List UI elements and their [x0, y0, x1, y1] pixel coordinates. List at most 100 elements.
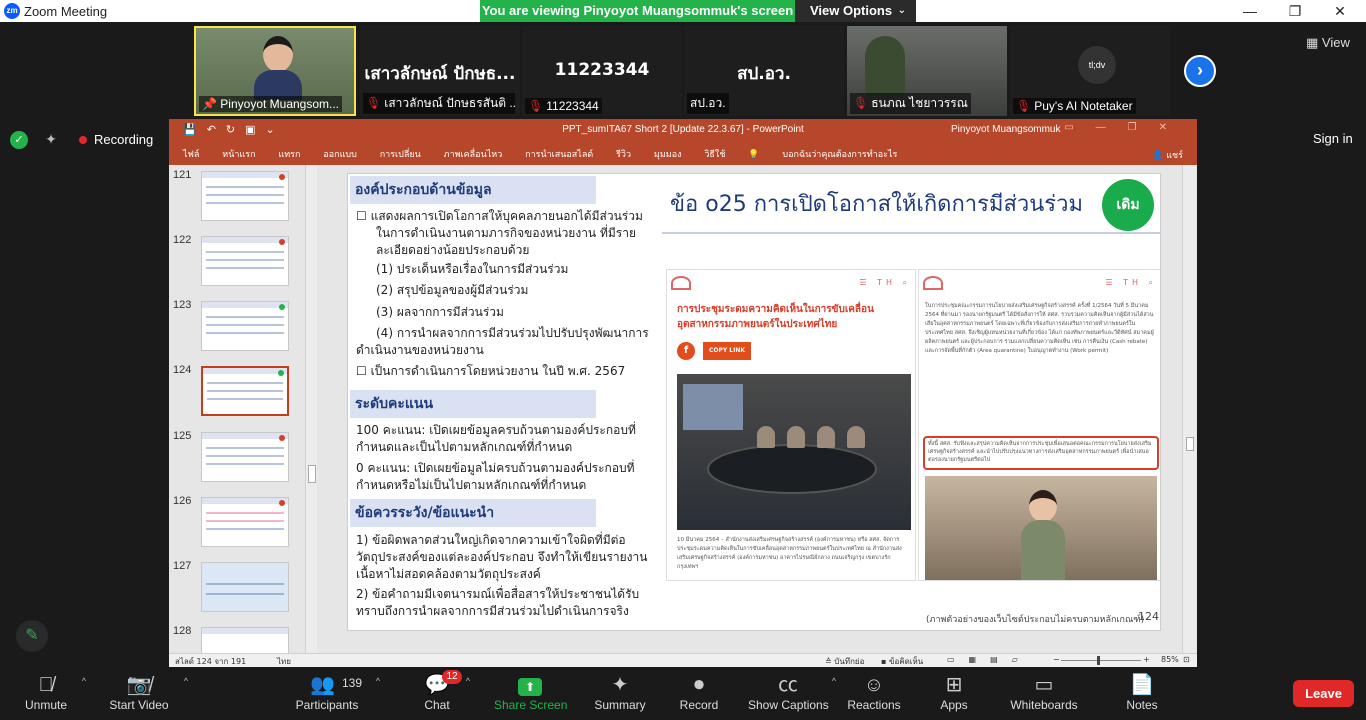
start-video-button[interactable]: 📷̸ Start Video ^ [104, 668, 188, 720]
tab-file[interactable]: ไฟล์ [183, 150, 199, 160]
thumb-number: 126 [173, 495, 192, 507]
fit-slide-icon[interactable]: ⊡ [1183, 655, 1190, 664]
leave-button[interactable]: Leave [1293, 680, 1354, 707]
slide-editing-area: องค์ประกอบด้านข้อมูล ☐ แสดงผลการเปิดโอกา… [319, 165, 1185, 653]
slide-thumbnail[interactable] [201, 627, 289, 653]
slide-thumbnail[interactable] [201, 236, 289, 286]
participant-tile[interactable]: 📌 Pinyoyot Muangsom... [194, 26, 356, 116]
view-button[interactable]: ▦ View [1306, 35, 1350, 51]
ppt-share-button[interactable]: 👤 แชร์ [1152, 148, 1183, 162]
component-sub-2: (2) สรุปข้อมูลของผู้มีส่วนร่วม [376, 283, 529, 297]
notes-button[interactable]: 📄 Notes [1120, 668, 1164, 720]
language-indicator[interactable]: ไทย [277, 655, 291, 668]
participant-tile[interactable]: 🎙 ธนภณ ไชยาวรรณ [847, 26, 1007, 116]
zoom-slider[interactable] [1061, 656, 1141, 665]
mic-muted-icon: 🎙 [366, 96, 382, 110]
slide-thumbnail-selected[interactable] [201, 366, 289, 416]
meeting-photo [677, 374, 911, 530]
tab-slideshow[interactable]: การนำเสนอสไลด์ [525, 150, 593, 160]
share-screen-icon: ⬆ [494, 668, 566, 698]
show-captions-button[interactable]: ㏄ Show Captions ^ [748, 668, 836, 720]
record-button[interactable]: ⏺ Record [676, 668, 722, 720]
chevron-up-icon[interactable]: ^ [466, 676, 470, 686]
title-divider [662, 232, 1160, 234]
slide-footnote: (ภาพตัวอย่างของเว็บไซต์ประกอบไม่ครบตามหล… [926, 615, 1145, 625]
website-screenshot-1: ☰ TH ⌕ การประชุมระดมความคิดเห็นในการขับเ… [666, 269, 916, 581]
participant-tile[interactable]: สป.อว. สป.อว. [684, 26, 844, 116]
thumb-number: 122 [173, 234, 192, 246]
slide-thumbnail[interactable] [201, 497, 289, 547]
thumbnail-scrollbar[interactable] [305, 165, 317, 653]
zoom-level[interactable]: 85% [1161, 655, 1179, 664]
reactions-button[interactable]: ☺ Reactions [846, 668, 902, 720]
comments-button[interactable]: ▪ ข้อคิดเห็น [881, 655, 923, 668]
slide-thumbnail[interactable] [201, 171, 289, 221]
mic-muted-icon: 🎙 [528, 99, 544, 113]
shield-icon[interactable]: ✓ [10, 131, 28, 149]
ai-companion-icon[interactable]: ✦ [42, 131, 60, 149]
annotate-pen-icon[interactable]: ✎ [16, 620, 48, 652]
participant-tile[interactable]: tl;dv 🎙 Puy's AI Notetaker [1010, 26, 1170, 116]
cea-logo-icon [671, 276, 691, 290]
slide-canvas[interactable]: องค์ประกอบด้านข้อมูล ☐ แสดงผลการเปิดโอกา… [347, 173, 1161, 631]
thumb-number: 127 [173, 560, 192, 572]
tab-view[interactable]: มุมมอง [654, 150, 682, 160]
chevron-up-icon[interactable]: ^ [376, 676, 380, 686]
tab-animations[interactable]: ภาพเคลื่อนไหว [444, 150, 503, 160]
tab-help[interactable]: วิธีใช้ [704, 150, 725, 160]
chevron-up-icon[interactable]: ^ [82, 676, 86, 686]
sign-in-link[interactable]: Sign in [1313, 131, 1353, 146]
participant-tile[interactable]: เสาวลักษณ์ ปักษธ... 🎙 เสาวลักษณ์ ปักษธรสั… [360, 26, 520, 116]
slide-thumbnails-pane: 121 122 123 124 125 126 127 128 [169, 165, 319, 653]
tab-insert[interactable]: แทรก [278, 150, 300, 160]
thumb-number: 124 [173, 364, 192, 376]
captions-icon: ㏄ [778, 674, 798, 696]
person-icon: 👤 [1152, 151, 1164, 161]
slide-title: ข้อ o25 การเปิดโอกาสให้เกิดการมีส่วนร่วม [670, 192, 1083, 217]
close-button[interactable]: ✕ [1320, 1, 1360, 21]
notes-button[interactable]: ≙ บันทึกย่อ [825, 655, 864, 668]
website-screenshot-2: ☰ TH ⌕ ในการประชุมคณะกรรมการนโยบายส่งเสร… [918, 269, 1160, 581]
tell-me-search[interactable]: 💡 บอกฉันว่าคุณต้องการทำอะไร [748, 150, 917, 160]
minimize-button[interactable]: — [1230, 1, 1270, 21]
article-title: การประชุมระดมความคิดเห็นในการขับเคลื่อนอ… [677, 304, 874, 330]
view-mode-icons[interactable]: ▭▦▤▱ [947, 655, 1032, 664]
mic-muted-icon: 🎙 [853, 96, 869, 110]
participant-tile[interactable]: 11223344 🎙 11223344 [522, 26, 682, 116]
reactions-icon: ☺ [863, 674, 885, 696]
unmute-button[interactable]: 🎙̸ Unmute ^ [20, 668, 86, 720]
thumb-number: 121 [173, 169, 192, 181]
participant-name: 🎙 ธนภณ ไชยาวรรณ [850, 93, 971, 114]
chevron-up-icon[interactable]: ^ [184, 676, 188, 686]
thumb-number: 123 [173, 299, 192, 311]
ppt-window-buttons[interactable]: ▭—❐✕ [1064, 122, 1189, 133]
zoom-out-icon[interactable]: − [1053, 655, 1060, 664]
tab-home[interactable]: หน้าแรก [222, 150, 255, 160]
whiteboard-icon: ▭ [1034, 674, 1054, 696]
slide-thumbnail[interactable] [201, 432, 289, 482]
tab-review[interactable]: รีวิว [616, 150, 631, 160]
share-screen-button[interactable]: ⬆ Share Screen [494, 668, 567, 720]
whiteboards-button[interactable]: ▭ Whiteboards [1008, 668, 1080, 720]
view-options-button[interactable]: View Options ⌄ [795, 0, 916, 22]
slide-scrollbar[interactable] [1182, 165, 1196, 653]
zoom-in-icon[interactable]: + [1143, 655, 1150, 664]
recording-indicator[interactable]: Recording [72, 127, 157, 153]
tab-transitions[interactable]: การเปลี่ยน [380, 150, 421, 160]
restore-button[interactable]: ❐ [1275, 1, 1315, 21]
chevron-down-icon: ⌄ [897, 5, 906, 16]
score-100: 100 คะแนน: เปิดเผยข้อมูลครบถ้วนตามองค์ปร… [356, 423, 636, 454]
mic-muted-icon: 🎙̸ [38, 674, 54, 696]
slide-thumbnail[interactable] [201, 562, 289, 612]
component-item-2: ☐ เป็นการดำเนินการโดยหน่วยงาน ในปี พ.ศ. … [356, 364, 626, 378]
menu-search-icons: ☰ TH ⌕ [859, 278, 911, 287]
tab-design[interactable]: ออกแบบ [323, 150, 357, 160]
grid-icon: ▦ [1306, 35, 1319, 50]
participant-name: สป.อว. [687, 93, 729, 114]
chevron-up-icon[interactable]: ^ [832, 676, 836, 686]
viewing-screen-banner: You are viewing Pinyoyot Muangsommuk's s… [480, 0, 795, 22]
summary-button[interactable]: ✦ Summary [590, 668, 650, 720]
slide-thumbnail[interactable] [201, 301, 289, 351]
next-page-arrow-icon[interactable]: › [1184, 55, 1216, 87]
apps-button[interactable]: ⊞ Apps [934, 668, 974, 720]
